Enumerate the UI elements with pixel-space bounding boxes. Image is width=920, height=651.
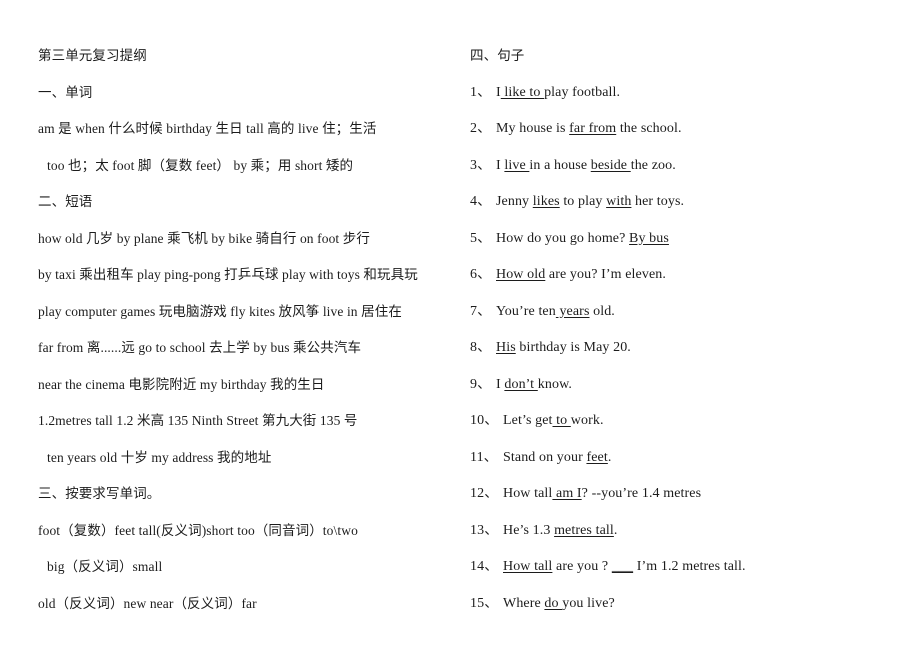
sentence-row: 3、 I live in a house beside the zoo. xyxy=(470,148,910,185)
sentence-underlined-part: live xyxy=(504,157,530,173)
sentence-number: 8、 xyxy=(470,340,492,355)
sentence-text-part: birthday is May 20. xyxy=(515,340,631,355)
sentence-row: 10、 Let’s get to work. xyxy=(470,403,910,440)
sentence-underlined-part: likes xyxy=(532,194,560,209)
sentence-number: 5、 xyxy=(470,230,492,246)
sentence-row: 13、 He’s 1.3 metres tall. xyxy=(470,513,910,550)
left-line-doc-title: 第三单元复习提纲 xyxy=(38,48,147,63)
left-line-heading-wordforms: 三、按要求写单词。 xyxy=(38,486,161,501)
sentence-text-part: . xyxy=(607,449,612,465)
left-line-phrases-7: ten years old 十岁 my address 我的地址 xyxy=(47,449,272,465)
sentence-underlined-part: like to xyxy=(500,84,545,100)
left-line-words-1: am 是 when 什么时候 birthday 生日 tall 高的 live … xyxy=(38,121,377,136)
sentence-text-part: you live? xyxy=(562,595,615,611)
left-line-wordforms-2: big（反义词）small xyxy=(47,559,163,574)
sentence-underlined-part: feet xyxy=(586,449,608,465)
sentence-row: 7、 You’re ten years old. xyxy=(470,294,910,331)
sentence-row: 1、 I like to play football. xyxy=(470,75,910,112)
sentences-heading: 四、句子 xyxy=(470,48,525,63)
left-line-phrases-3: play computer games 玩电脑游戏 fly kites 放风筝 … xyxy=(38,303,402,319)
sentence-text-part: Let’s get xyxy=(503,413,553,428)
sentence-number: 14、 xyxy=(470,559,499,574)
document-page: 第三单元复习提纲 一、单词 am 是 when 什么时候 birthday 生日 t… xyxy=(0,0,920,651)
sentence-text-part: the zoo. xyxy=(630,157,676,173)
sentence-underlined-part: beside xyxy=(590,157,631,173)
sentence-text-part: to play xyxy=(559,194,607,209)
sentence-row: 9、 I don’t know. xyxy=(470,367,910,404)
sentence-number: 4、 xyxy=(470,194,492,209)
sentence-underlined-part: with xyxy=(606,194,632,209)
sentence-number: 2、 xyxy=(470,121,492,136)
left-line-wordforms-1: foot（复数）feet tall(反义词)short too（同音词）to\t… xyxy=(38,522,358,538)
sentence-text-part: play football. xyxy=(544,84,621,100)
two-column-layout: 第三单元复习提纲 一、单词 am 是 when 什么时候 birthday 生日 t… xyxy=(0,38,920,622)
sentence-underlined-part: to xyxy=(552,413,571,428)
sentence-text-part: in a house xyxy=(529,157,591,173)
left-line-heading-words: 一、单词 xyxy=(38,84,93,100)
sentence-text-part: ? --you’re 1.4 metres xyxy=(581,486,702,501)
sentence-underlined-part: years xyxy=(555,303,590,319)
sentence-number: 12、 xyxy=(470,486,499,501)
sentence-text-part: . xyxy=(613,522,618,538)
sentence-underlined-part: do xyxy=(544,595,563,611)
sentence-text-part: work. xyxy=(570,413,604,428)
sentence-text-part: You’re ten xyxy=(496,303,556,319)
sentence-number: 10、 xyxy=(470,413,499,428)
sentence-text-part: Where xyxy=(503,595,545,611)
left-line-heading-phrases: 二、短语 xyxy=(38,194,93,209)
sentence-underlined-part: far from xyxy=(569,121,617,136)
left-line-phrases-2: by taxi 乘出租车 play ping-pong 打乒乓球 play wi… xyxy=(38,267,418,282)
sentence-number: 9、 xyxy=(470,376,492,392)
left-line-wordforms-3: old（反义词）new near（反义词）far xyxy=(38,595,257,611)
sentence-underlined-part: How tall xyxy=(503,559,553,574)
sentence-underlined-part: am I xyxy=(552,486,582,501)
sentence-row: 6、 How old are you? I’m eleven. xyxy=(470,257,910,294)
sentence-row: 14、 How tall are you ? ___ I’m 1.2 metres… xyxy=(470,549,910,586)
left-line-phrases-5: near the cinema 电影院附近 my birthday 我的生日 xyxy=(38,376,325,392)
sentence-number: 1、 xyxy=(470,84,492,100)
sentence-text-part: know. xyxy=(537,376,572,392)
right-column: 四、句子 1、 I like to play football. 2、 My hous… xyxy=(462,38,920,622)
sentence-underlined-part: How old xyxy=(496,267,546,282)
sentence-row: 12、 How tall am I? --you’re 1.4 metres xyxy=(470,476,910,513)
left-line-phrases-1: how old 几岁 by plane 乘飞机 by bike 骑自行 on f… xyxy=(38,230,370,246)
sentence-number: 6、 xyxy=(470,267,492,282)
sentence-row: 15、 Where do you live? xyxy=(470,586,910,623)
sentence-underlined-part: ___ xyxy=(611,559,634,574)
left-line-phrases-6: 1.2metres tall 1.2 米高 135 Ninth Street 第… xyxy=(38,413,358,428)
left-line-words-2: too 也；太 foot 脚（复数 feet） by 乘；用 short 矮的 xyxy=(47,157,354,173)
sentence-text-part: I’m 1.2 metres tall. xyxy=(633,559,746,574)
sentence-text-part: How do you go home? xyxy=(496,230,630,246)
sentence-text-part: are you? I’m eleven. xyxy=(545,267,666,282)
sentence-text-part: My house is xyxy=(496,121,570,136)
sentence-underlined-part: don’t xyxy=(504,376,538,392)
sentence-text-part: old. xyxy=(589,303,615,319)
sentence-row: 5、 How do you go home? By bus xyxy=(470,221,910,258)
sentence-row: 4、 Jenny likes to play with her toys. xyxy=(470,184,910,221)
sentence-underlined-part: metres tall xyxy=(554,522,614,538)
sentence-number: 13、 xyxy=(470,522,499,538)
sentence-number: 7、 xyxy=(470,303,492,319)
sentence-number: 3、 xyxy=(470,157,492,173)
sentence-text-part: Jenny xyxy=(496,194,533,209)
sentence-text-part: her toys. xyxy=(631,194,685,209)
sentence-number: 11、 xyxy=(470,449,498,465)
sentence-text-part: are you ? xyxy=(552,559,612,574)
sentence-underlined-part: By bus xyxy=(629,230,669,246)
sentence-text-part: Stand on your xyxy=(503,449,587,465)
left-line-phrases-4: far from 离......远 go to school 去上学 by bu… xyxy=(38,340,362,355)
sentence-row: 2、 My house is far from the school. xyxy=(470,111,910,148)
sentence-list: 1、 I like to play football. 2、 My house is … xyxy=(470,75,910,623)
sentence-number: 15、 xyxy=(470,595,499,611)
sentence-row: 11、 Stand on your feet. xyxy=(470,440,910,477)
sentence-underlined-part: His xyxy=(496,340,516,355)
sentence-row: 8、 His birthday is May 20. xyxy=(470,330,910,367)
sentence-text-part: How tall xyxy=(503,486,553,501)
left-column: 第三单元复习提纲 一、单词 am 是 when 什么时候 birthday 生日 t… xyxy=(0,38,462,622)
sentence-text-part: the school. xyxy=(616,121,682,136)
sentence-text-part: He’s 1.3 xyxy=(503,522,555,538)
